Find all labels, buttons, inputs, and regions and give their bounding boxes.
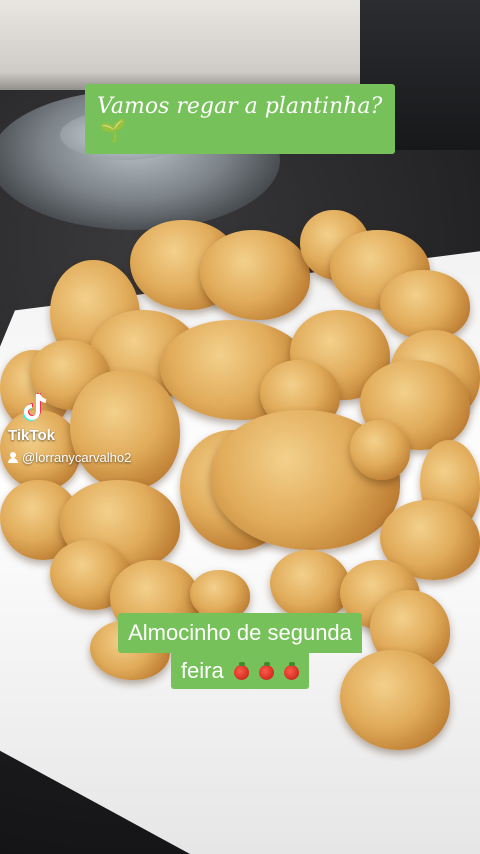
video-frame[interactable]: Vamos regar a plantinha?🌱 Almocinho de s… bbox=[0, 0, 480, 854]
nugget bbox=[270, 550, 350, 620]
user-icon bbox=[8, 452, 18, 463]
tiktok-username-row: @lorranycarvalho2 bbox=[8, 450, 131, 465]
tiktok-username: @lorranycarvalho2 bbox=[22, 450, 132, 465]
kitchen-appliance bbox=[360, 0, 480, 150]
nugget bbox=[350, 420, 410, 480]
tiktok-brand: TikTok bbox=[8, 427, 55, 444]
chicken-nuggets-pile bbox=[0, 200, 480, 760]
nugget bbox=[190, 570, 250, 620]
tiktok-watermark: TikTok @lorranycarvalho2 bbox=[8, 392, 131, 465]
nugget bbox=[90, 620, 170, 680]
tiktok-logo-icon bbox=[23, 393, 47, 421]
air-fryer-center bbox=[60, 110, 190, 160]
nugget bbox=[340, 650, 450, 750]
nugget bbox=[200, 230, 310, 320]
